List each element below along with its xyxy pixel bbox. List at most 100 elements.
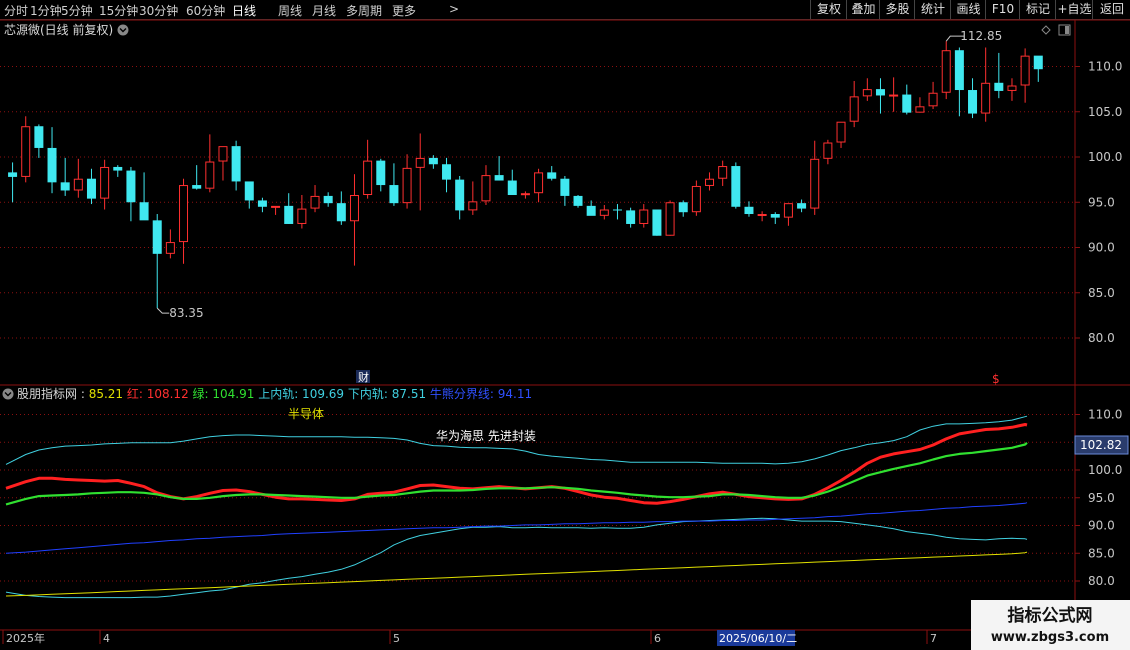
candle-body: [192, 185, 202, 189]
candle-body: [507, 180, 517, 196]
candle-body: [810, 158, 820, 209]
candle-body: [165, 242, 175, 254]
candle: [652, 209, 662, 236]
candle: [731, 162, 741, 209]
candle: [34, 124, 44, 158]
candle: [573, 195, 583, 208]
candle: [941, 41, 951, 100]
indicator-y-tick-label: 100.0: [1088, 463, 1122, 477]
candle-body: [744, 206, 754, 215]
candle: [231, 140, 241, 191]
candle: [928, 81, 938, 110]
candle-body: [705, 178, 715, 186]
title-dropdown-icon[interactable]: [117, 24, 129, 36]
x-axis-label: 5: [393, 632, 400, 645]
candle: [389, 163, 399, 206]
candle: [323, 192, 333, 207]
indicator-y-tick-label: 95.0: [1088, 491, 1115, 505]
s-marker[interactable]: $: [992, 372, 1000, 386]
candle: [218, 146, 228, 181]
candle-body: [47, 147, 57, 183]
candle-body: [849, 96, 859, 122]
x-axis-cursor-label: 2025/06/10/二: [719, 632, 797, 645]
candle: [626, 207, 636, 228]
x-axis: 2025年 4 5 6 2025/06/10/二 7: [2, 630, 937, 646]
candle: [1033, 55, 1043, 82]
candle: [21, 116, 31, 183]
candle-body: [520, 193, 530, 196]
candle: [994, 52, 1004, 99]
candle: [757, 211, 767, 222]
candle: [954, 47, 964, 117]
indicator-value-0: 85.21: [89, 387, 127, 401]
indicator-y-tick-label: 90.0: [1088, 519, 1115, 533]
indicator-line-3: [5, 517, 1028, 599]
candle: [415, 133, 425, 211]
candle-body: [494, 175, 504, 181]
candle: [862, 78, 872, 101]
candle: [744, 201, 754, 217]
candle-body: [468, 201, 478, 211]
candle: [442, 157, 452, 193]
candle-body: [100, 166, 110, 199]
candle-body: [310, 195, 320, 209]
watermark-line2: www.zbgs3.com: [991, 630, 1109, 645]
candle: [639, 204, 649, 228]
candle: [363, 139, 373, 199]
candle-body: [179, 185, 189, 243]
candle: [560, 176, 570, 206]
candle-body: [257, 200, 267, 207]
candle: [902, 84, 912, 115]
candle-body: [284, 205, 294, 224]
candle-body: [205, 161, 215, 189]
candle-body: [915, 106, 925, 113]
candle-body: [21, 126, 31, 177]
candle-body: [389, 185, 399, 204]
indicator-value-2: 绿: 104.91: [193, 386, 259, 401]
indicator-value-1: 红: 108.12: [127, 386, 193, 401]
candle-body: [678, 202, 688, 213]
candle: [599, 204, 609, 220]
candle: [336, 191, 346, 225]
candle: [836, 121, 846, 148]
candle: [1007, 78, 1017, 101]
main-y-tick-label: 80.0: [1088, 331, 1115, 345]
indicator-line-1: [5, 441, 1028, 506]
candle-body: [1007, 85, 1017, 91]
candle-body: [612, 209, 622, 211]
candle: [349, 174, 359, 266]
candle-body: [86, 178, 96, 199]
candle: [113, 165, 123, 177]
candle-body: [323, 195, 333, 204]
event-marker[interactable]: 财: [358, 370, 369, 384]
indicator-series: [5, 415, 1028, 599]
candle: [60, 157, 70, 196]
main-y-tick-label: 100.0: [1088, 150, 1122, 164]
candle-body: [126, 170, 136, 203]
candle: [1020, 48, 1030, 103]
indicator-dropdown-icon[interactable]: [2, 388, 14, 400]
candle-body: [415, 157, 425, 168]
candle: [691, 180, 701, 216]
candle: [534, 168, 544, 203]
candle-body: [34, 126, 44, 148]
candle-body: [665, 202, 675, 236]
candle: [705, 172, 715, 191]
candle-body: [718, 166, 728, 179]
candle: [783, 203, 793, 226]
candle: [520, 191, 530, 199]
candle: [100, 159, 110, 210]
candle: [271, 205, 281, 215]
candle-body: [757, 214, 767, 217]
candle-body: [823, 142, 833, 159]
x-axis-label: 7: [930, 632, 937, 645]
current-value-text: 102.82: [1080, 438, 1122, 452]
diamond-icon[interactable]: [1041, 25, 1051, 35]
candle-body: [889, 94, 899, 97]
candle: [810, 140, 820, 215]
candle-body: [376, 160, 386, 186]
indicator-value-3: 上内轨: 109.69: [258, 387, 348, 401]
candle: [718, 160, 728, 186]
candle-body: [586, 205, 596, 216]
candle: [507, 169, 517, 196]
